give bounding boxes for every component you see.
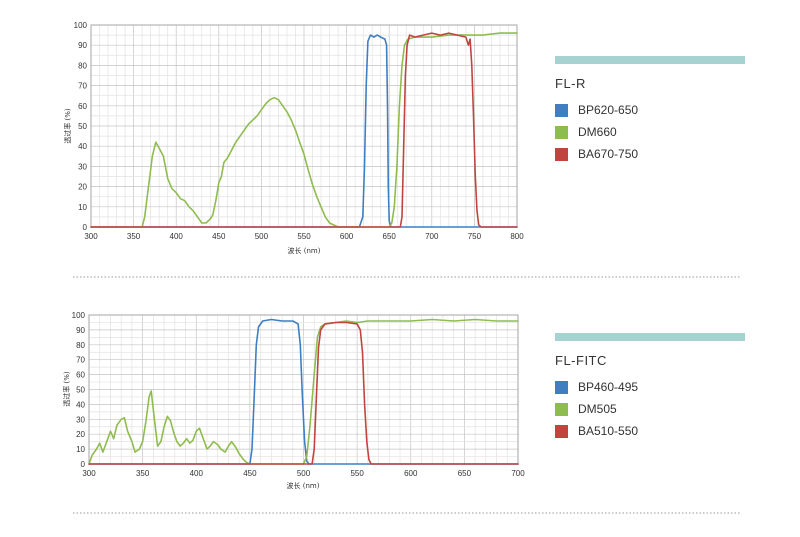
y-tick-label: 80 <box>78 61 87 70</box>
legend-accent-bar <box>555 333 745 341</box>
x-tick-label: 500 <box>297 469 311 478</box>
legend-item: DM660 <box>555 121 745 143</box>
legend-item: BP460-495 <box>555 376 745 398</box>
y-tick-label: 90 <box>78 41 87 50</box>
x-tick-label: 400 <box>190 469 204 478</box>
y-axis-label: 透过率 (%) <box>62 371 71 407</box>
y-axis-label: 透过率 (%) <box>63 108 72 144</box>
legend-label: BA510-550 <box>578 424 639 438</box>
x-tick-label: 650 <box>383 232 397 241</box>
y-tick-label: 30 <box>76 415 85 424</box>
legend-label: DM505 <box>578 402 617 416</box>
y-tick-label: 50 <box>78 122 87 131</box>
y-tick-label: 60 <box>78 102 87 111</box>
x-tick-label: 800 <box>510 232 524 241</box>
y-tick-label: 50 <box>76 386 85 395</box>
y-tick-label: 40 <box>78 142 87 151</box>
chart-fl-r: 300 350 400 450 500 550 600 650 700 750 800 0 10 20 30… <box>63 21 524 255</box>
legend-item: BP620-650 <box>555 99 745 121</box>
y-tick-label: 20 <box>76 430 85 439</box>
x-tick-label: 500 <box>255 232 269 241</box>
x-axis-label: 波长 (nm) <box>288 246 321 255</box>
legend-label: BP620-650 <box>578 103 639 117</box>
x-tick-label: 700 <box>425 232 439 241</box>
x-tick-label: 550 <box>297 232 311 241</box>
y-tick-label: 0 <box>81 460 86 469</box>
legend-fl-fitc: FL-FITC BP460-495 DM505 BA510-550 <box>555 333 745 442</box>
x-tick-label: 300 <box>82 469 96 478</box>
x-tick-label: 450 <box>212 232 226 241</box>
x-tick-label: 700 <box>511 469 525 478</box>
legend-swatch <box>555 103 568 117</box>
legend-accent-bar <box>555 56 745 64</box>
legend-swatch <box>555 125 568 139</box>
x-tick-label: 350 <box>127 232 141 241</box>
x-tick-label: 550 <box>350 469 364 478</box>
y-tick-label: 80 <box>76 341 85 350</box>
x-tick-label: 650 <box>458 469 472 478</box>
legend-swatch <box>555 380 568 394</box>
y-tick-label: 0 <box>83 223 88 232</box>
x-tick-label: 350 <box>136 469 150 478</box>
legend-item: DM505 <box>555 398 745 420</box>
y-tick-label: 100 <box>74 21 88 30</box>
legend-label: DM660 <box>578 125 617 139</box>
legend-item: BA670-750 <box>555 143 745 165</box>
y-tick-label: 70 <box>78 82 87 91</box>
legend-swatch <box>555 424 568 438</box>
legend-label: BA670-750 <box>578 147 639 161</box>
chart-fl-fitc: 300 350 400 450 500 550 600 650 700 0 10 20 30 40 50 60… <box>62 311 525 490</box>
x-tick-label: 600 <box>404 469 418 478</box>
x-tick-label: 600 <box>340 232 354 241</box>
y-tick-label: 30 <box>78 162 87 171</box>
y-tick-label: 70 <box>76 356 85 365</box>
legend-swatch <box>555 402 568 416</box>
legend-label: BP460-495 <box>578 380 639 394</box>
y-tick-label: 10 <box>76 445 85 454</box>
x-tick-label: 400 <box>170 232 184 241</box>
legend-title: FL-FITC <box>555 353 607 368</box>
y-tick-label: 100 <box>72 311 86 320</box>
legend-item: BA510-550 <box>555 420 745 442</box>
x-axis-label: 波长 (nm) <box>287 481 320 490</box>
legend-fl-r: FL-R BP620-650 DM660 BA670-750 <box>555 56 745 165</box>
y-tick-label: 20 <box>78 183 87 192</box>
x-tick-label: 750 <box>468 232 482 241</box>
y-tick-label: 40 <box>76 400 85 409</box>
x-tick-label: 450 <box>243 469 257 478</box>
y-tick-label: 90 <box>76 326 85 335</box>
y-tick-label: 60 <box>76 371 85 380</box>
y-tick-label: 10 <box>78 203 87 212</box>
x-tick-label: 300 <box>84 232 98 241</box>
legend-title: FL-R <box>555 76 586 91</box>
legend-swatch <box>555 147 568 161</box>
